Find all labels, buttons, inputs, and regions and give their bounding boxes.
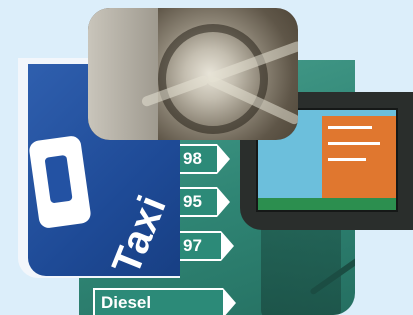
arrow-right-icon: [221, 231, 234, 261]
car-wheel-photo: [88, 8, 298, 140]
car-body: [88, 8, 158, 140]
gps-status-bar: [258, 198, 396, 210]
taxi-label: Taxi: [104, 188, 176, 278]
gps-panel-line: [328, 126, 372, 129]
gps-panel-line: [328, 158, 366, 161]
gps-panel-line: [328, 142, 380, 145]
fuel-row-diesel: Diesel: [93, 288, 223, 315]
taxi-icon-glyph: [44, 154, 73, 204]
fuel-row-label: 97: [183, 236, 202, 255]
arrow-right-icon: [223, 288, 236, 315]
taxi-icon: [28, 134, 92, 230]
arrow-right-icon: [217, 144, 230, 174]
fuel-row-97: 97: [175, 231, 221, 261]
fuel-row-95: 95: [175, 187, 217, 217]
fuel-row-label: 98: [183, 149, 202, 168]
fuel-row-label: 95: [183, 192, 202, 211]
fuel-row-98: 98: [175, 144, 217, 174]
fuel-row-label: Diesel: [101, 293, 152, 312]
gps-info-panel: [322, 116, 396, 202]
arrow-right-icon: [217, 187, 230, 217]
